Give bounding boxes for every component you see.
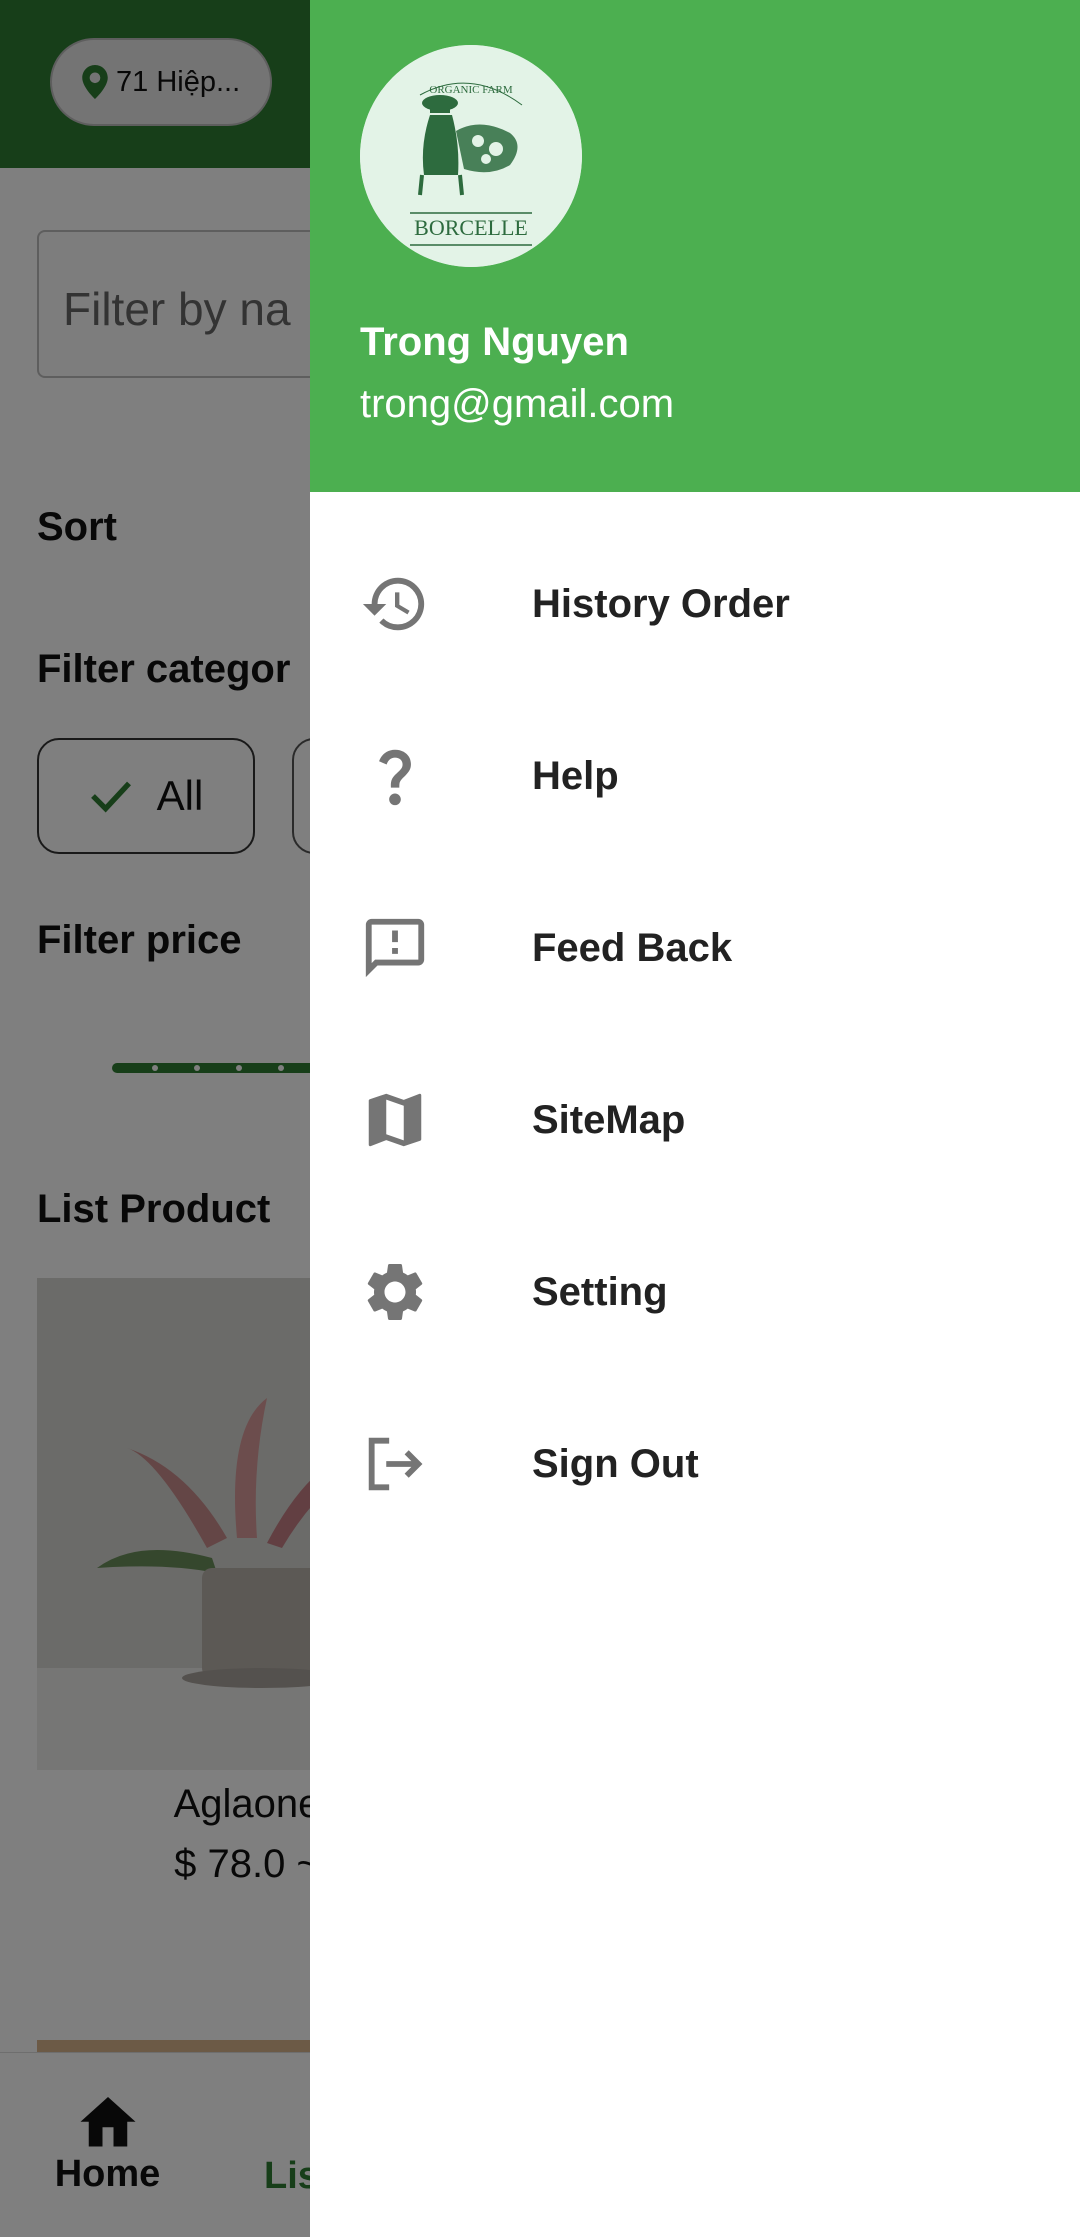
navigation-drawer: ORGANIC FARM BORCELLE Trong Nguyen trong… bbox=[310, 0, 1080, 2237]
drawer-header: ORGANIC FARM BORCELLE Trong Nguyen trong… bbox=[310, 0, 1080, 492]
menu-item-help[interactable]: Help bbox=[310, 716, 1080, 836]
map-icon bbox=[360, 1085, 430, 1155]
menu-item-feed-back[interactable]: Feed Back bbox=[310, 888, 1080, 1008]
menu-label: Help bbox=[532, 753, 619, 798]
history-icon bbox=[360, 569, 430, 639]
question-mark-icon bbox=[360, 741, 430, 811]
user-name: Trong Nguyen bbox=[360, 320, 629, 364]
avatar[interactable]: ORGANIC FARM BORCELLE bbox=[360, 45, 582, 267]
menu-label: SiteMap bbox=[532, 1097, 686, 1142]
menu-item-sitemap[interactable]: SiteMap bbox=[310, 1060, 1080, 1180]
menu-item-history-order[interactable]: History Order bbox=[310, 544, 1080, 664]
user-email: trong@gmail.com bbox=[360, 382, 675, 426]
borcelle-logo: ORGANIC FARM BORCELLE bbox=[360, 45, 582, 267]
gear-icon bbox=[360, 1257, 430, 1327]
logo-arc-text: ORGANIC FARM bbox=[429, 84, 512, 96]
menu-label: Sign Out bbox=[532, 1441, 699, 1486]
menu-label: History Order bbox=[532, 581, 790, 626]
menu-label: Setting bbox=[532, 1269, 668, 1314]
menu-item-sign-out[interactable]: Sign Out bbox=[310, 1404, 1080, 1524]
menu-item-setting[interactable]: Setting bbox=[310, 1232, 1080, 1352]
feedback-icon bbox=[360, 913, 430, 983]
logo-text: BORCELLE bbox=[414, 215, 528, 240]
sign-out-icon bbox=[360, 1429, 430, 1499]
menu-label: Feed Back bbox=[532, 925, 733, 970]
